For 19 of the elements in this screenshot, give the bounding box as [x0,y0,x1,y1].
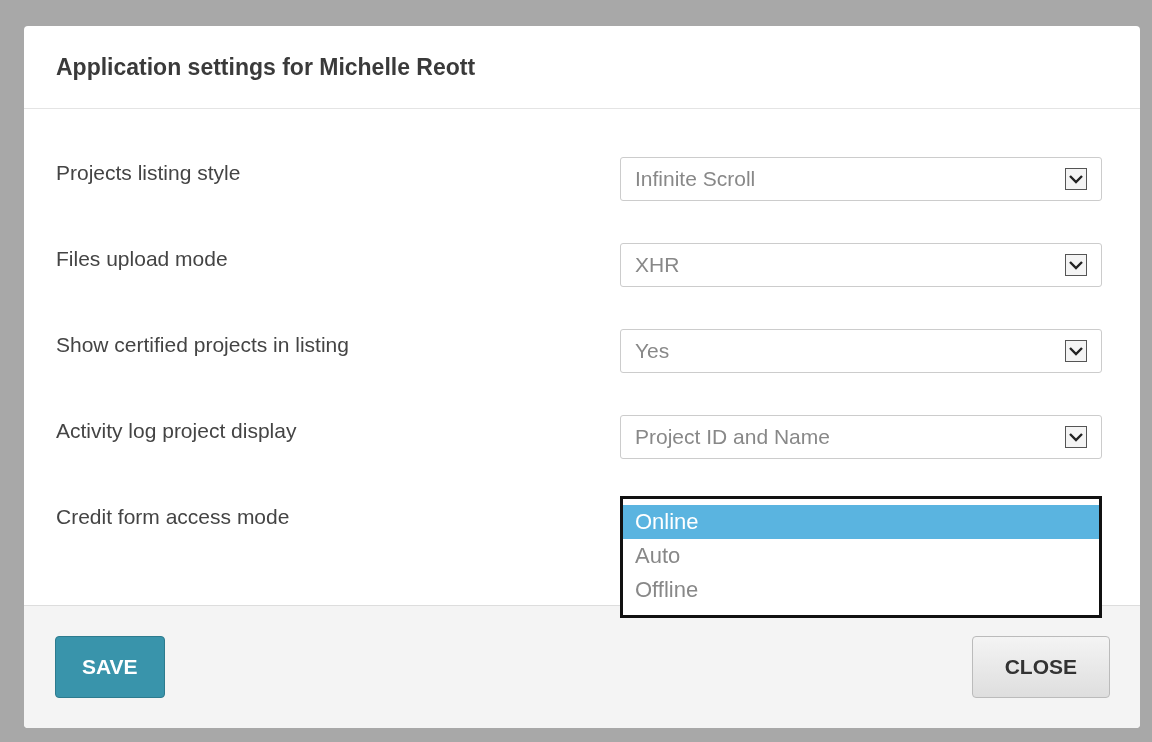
chevron-down-icon [1065,340,1087,362]
setting-label: Projects listing style [56,160,241,185]
dropdown-option[interactable]: Auto [623,539,1099,573]
dropdown-select[interactable]: Project ID and Name [620,415,1102,459]
chevron-down-icon [1065,254,1087,276]
chevron-down-icon [1065,426,1087,448]
setting-label: Credit form access mode [56,504,290,529]
setting-label: Show certified projects in listing [56,332,349,357]
chevron-down-icon [1065,168,1087,190]
close-button[interactable]: CLOSE [971,636,1110,698]
dialog-title: Application settings for Michelle Reott [56,53,476,81]
setting-label: Files upload mode [56,246,228,271]
dropdown-option[interactable]: Offline [623,573,1099,607]
dropdown-option[interactable]: Online [623,505,1099,539]
dropdown-select[interactable]: Yes [620,329,1102,373]
save-button[interactable]: SAVE [55,636,165,698]
dropdown-select[interactable]: XHR [620,243,1102,287]
setting-label: Activity log project display [56,418,297,443]
dropdown-select[interactable]: Infinite Scroll [620,157,1102,201]
